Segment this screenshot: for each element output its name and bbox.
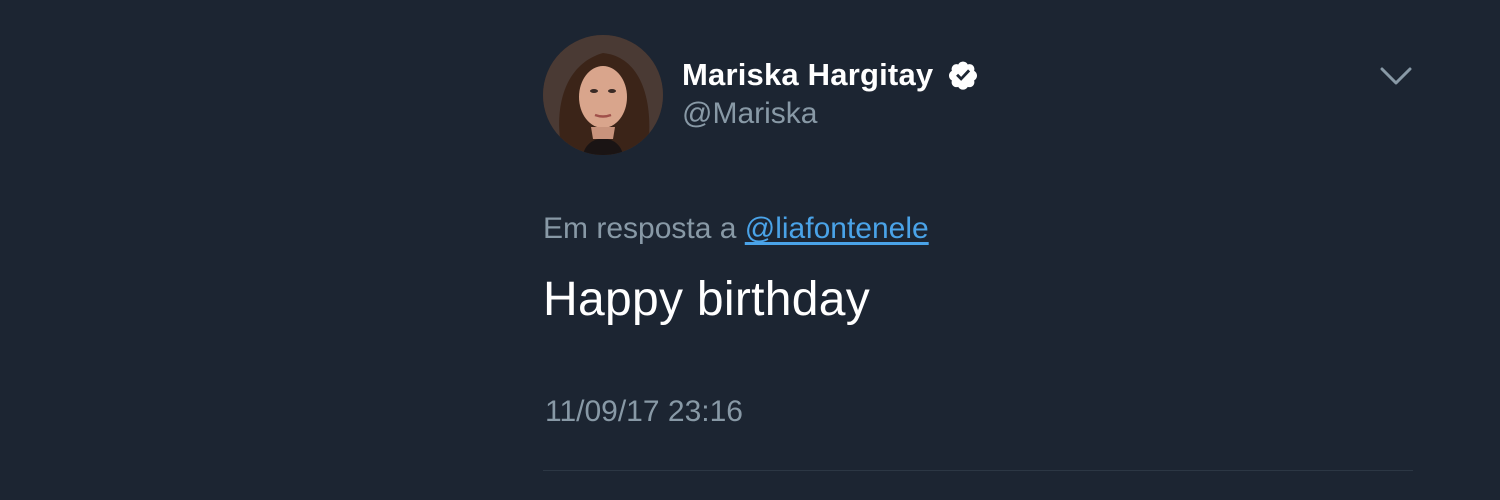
- reply-to-link[interactable]: @liafontenele: [745, 212, 929, 245]
- divider: [543, 470, 1413, 471]
- chevron-down-icon[interactable]: [1378, 62, 1414, 90]
- author-name-row: Mariska Hargitay: [682, 55, 979, 95]
- reply-context: Em resposta a @liafontenele: [543, 212, 929, 246]
- avatar[interactable]: [543, 35, 663, 155]
- display-name[interactable]: Mariska Hargitay: [682, 57, 933, 93]
- tweet-text: Happy birthday: [543, 273, 871, 326]
- verified-badge-icon: [947, 59, 979, 91]
- tweet-detail: Mariska Hargitay @Mariska Em resposta a …: [0, 0, 1500, 500]
- avatar-image: [543, 35, 663, 155]
- tweet-timestamp[interactable]: 11/09/17 23:16: [545, 395, 743, 429]
- author-handle[interactable]: @Mariska: [682, 97, 817, 131]
- reply-prefix: Em resposta a: [543, 212, 737, 245]
